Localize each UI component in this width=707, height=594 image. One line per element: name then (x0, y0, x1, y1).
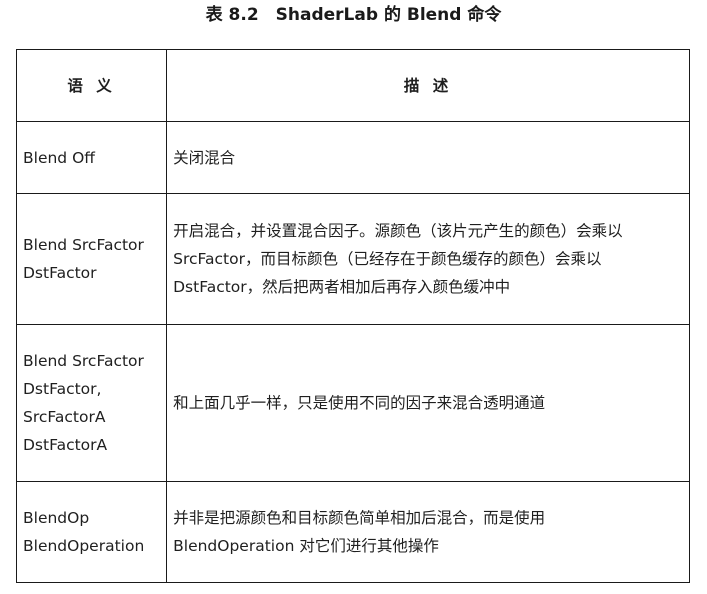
semantic-cell: BlendOp BlendOperation (15, 481, 168, 583)
table-row: Blend SrcFactor DstFactor 开启混合，并设置混合因子。源… (15, 193, 690, 325)
description-cell: 关闭混合 (166, 121, 690, 194)
header-semantic: 语 义 (15, 49, 168, 122)
table-row: Blend Off 关闭混合 (15, 121, 690, 194)
table-header-row: 语 义 描 述 (15, 49, 690, 122)
description-cell: 和上面几乎一样，只是使用不同的因子来混合透明通道 (166, 324, 690, 482)
semantic-line: DstFactorA (23, 436, 108, 454)
description-line: SrcFactor，而目标颜色（已经存在于颜色缓存的颜色）会乘以 (173, 250, 602, 268)
header-description: 描 述 (166, 49, 690, 122)
semantic-cell: Blend SrcFactor DstFactor (15, 193, 168, 325)
description-line: 和上面几乎一样，只是使用不同的因子来混合透明通道 (173, 394, 546, 412)
semantic-line: SrcFactorA (23, 408, 106, 426)
semantic-line: Blend Off (23, 148, 95, 167)
description-line: 关闭混合 (173, 148, 236, 167)
semantic-line: DstFactor (23, 264, 97, 282)
table-row: BlendOp BlendOperation 并非是把源颜色和目标颜色简单相加后… (15, 481, 690, 583)
semantic-line: BlendOperation (23, 537, 145, 555)
description-line: 开启混合，并设置混合因子。源颜色（该片元产生的颜色）会乘以 (173, 222, 623, 240)
table-row: Blend SrcFactor DstFactor, SrcFactorA Ds… (15, 324, 690, 482)
semantic-line: Blend SrcFactor (23, 352, 144, 370)
semantic-line: DstFactor, (23, 380, 102, 398)
description-line: BlendOperation 对它们进行其他操作 (173, 537, 439, 555)
description-cell: 并非是把源颜色和目标颜色简单相加后混合，而是使用 BlendOperation … (166, 481, 690, 583)
description-line: DstFactor，然后把两者相加后再存入颜色缓冲中 (173, 278, 511, 296)
description-line: 并非是把源颜色和目标颜色简单相加后混合，而是使用 (173, 509, 546, 527)
semantic-cell: Blend SrcFactor DstFactor, SrcFactorA Ds… (15, 324, 168, 482)
semantic-line: BlendOp (23, 509, 90, 527)
semantic-line: Blend SrcFactor (23, 236, 144, 254)
description-cell: 开启混合，并设置混合因子。源颜色（该片元产生的颜色）会乘以 SrcFactor，… (166, 193, 690, 325)
semantic-cell: Blend Off (15, 121, 168, 194)
blend-command-table: 语 义 描 述 Blend Off 关闭混合 Blend SrcFactor D… (15, 49, 690, 583)
table-caption: 表 8.2 ShaderLab 的 Blend 命令 (205, 5, 502, 25)
